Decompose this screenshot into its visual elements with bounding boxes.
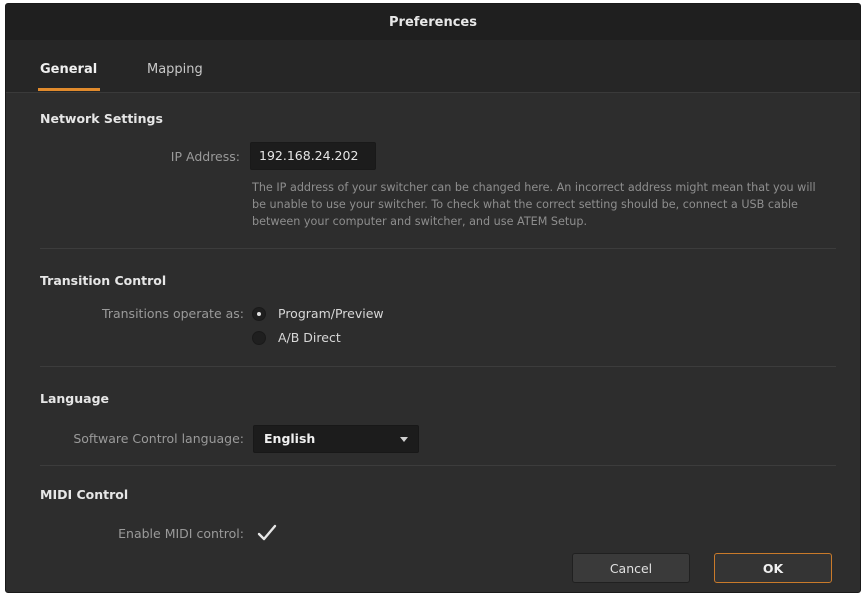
network-settings-heading: Network Settings <box>40 111 163 126</box>
language-select[interactable]: English <box>253 425 419 453</box>
language-heading: Language <box>40 391 110 406</box>
ab-direct-label[interactable]: A/B Direct <box>278 330 341 345</box>
ip-address-input[interactable]: 192.168.24.202 <box>250 142 376 170</box>
title-bar: Preferences <box>6 4 860 40</box>
section-divider <box>40 366 836 367</box>
transitions-operate-label: Transitions operate as: <box>102 306 244 321</box>
section-divider <box>40 248 836 249</box>
program-preview-label[interactable]: Program/Preview <box>278 306 384 321</box>
program-preview-radio[interactable] <box>252 307 266 321</box>
ip-address-label: IP Address: <box>170 149 240 164</box>
ab-direct-radio[interactable] <box>252 331 266 345</box>
language-select-value: English <box>264 431 316 446</box>
ip-help-text: The IP address of your switcher can be c… <box>252 181 816 228</box>
preferences-window: Preferences General Mapping Network Sett… <box>5 3 861 593</box>
active-tab-indicator <box>38 88 100 91</box>
enable-midi-checkbox[interactable] <box>257 524 277 542</box>
tab-bar: General Mapping <box>6 40 860 93</box>
enable-midi-label: Enable MIDI control: <box>118 526 244 541</box>
software-language-label: Software Control language: <box>73 431 244 446</box>
ok-button[interactable]: OK <box>714 553 832 583</box>
midi-control-heading: MIDI Control <box>40 487 129 502</box>
section-divider <box>40 465 836 466</box>
window-title: Preferences <box>389 14 477 30</box>
tab-mapping[interactable]: Mapping <box>147 62 203 77</box>
transition-control-heading: Transition Control <box>40 273 167 288</box>
cancel-button[interactable]: Cancel <box>572 553 690 583</box>
chevron-down-icon <box>400 437 408 442</box>
tab-general[interactable]: General <box>40 62 97 77</box>
